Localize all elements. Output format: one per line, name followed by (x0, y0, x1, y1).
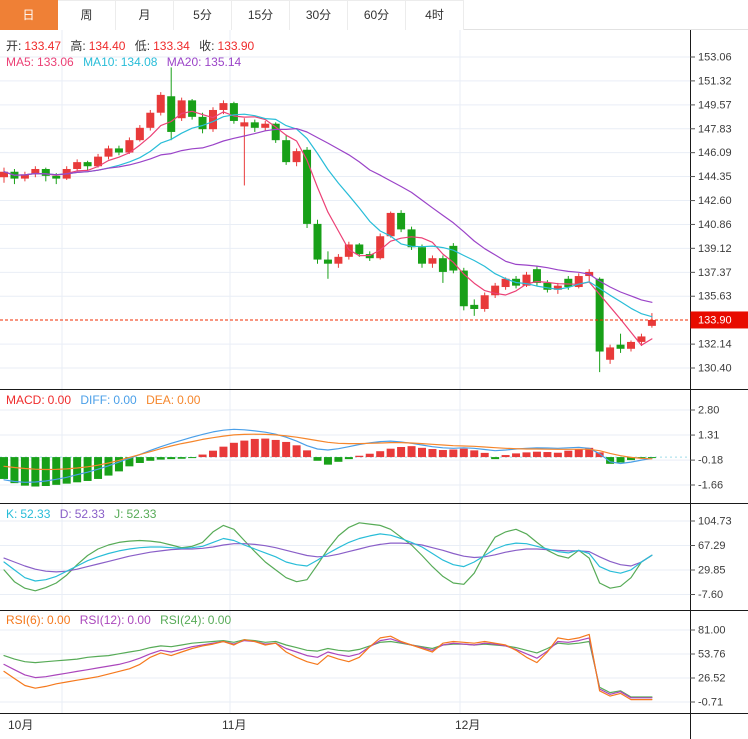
axis-tick-label: 26.52 (698, 673, 726, 685)
axis-tick-label: -1.66 (698, 480, 723, 492)
rsi24-line (4, 640, 652, 697)
tab-period-0[interactable]: 日 (0, 0, 58, 30)
axis-tick-label: 81.00 (698, 625, 726, 637)
axis-tick-label: 130.40 (698, 363, 732, 375)
kdj-k-line (4, 534, 652, 581)
ma10-label: MA10: (83, 55, 118, 69)
axis-tick-label: 29.85 (698, 564, 726, 576)
kdj-legend: K:52.33 D:52.33 J:52.33 (6, 507, 162, 521)
macd-value: 0.00 (48, 393, 71, 407)
open-value: 133.47 (24, 39, 61, 53)
high-label: 高: (70, 39, 85, 53)
ma20-label: MA20: (167, 55, 202, 69)
ma5-line (4, 111, 652, 345)
rsi6-label: RSI(6): (6, 613, 44, 627)
axis-tick-label: 153.06 (698, 52, 732, 64)
axis-tick-label: 137.37 (698, 267, 732, 279)
axis-tick-label: 146.09 (698, 147, 732, 159)
diff-label: DIFF: (80, 393, 110, 407)
axis-tick-label: 2.80 (698, 405, 719, 417)
rsi-legend: RSI(6):0.00 RSI(12):0.00 RSI(24):0.00 (6, 613, 237, 627)
axis-tick-label: -0.18 (698, 455, 723, 467)
last-price-label: 133.90 (698, 314, 732, 326)
rsi12-line (4, 638, 652, 698)
tab-period-3[interactable]: 5分 (174, 0, 232, 30)
month-label: 10月 (8, 716, 33, 733)
low-value: 133.34 (153, 39, 190, 53)
diff-value: 0.00 (113, 393, 136, 407)
k-value: 52.33 (20, 507, 50, 521)
axis-tick-label: 104.73 (698, 516, 732, 528)
j-label: J: (114, 507, 123, 521)
d-value: 52.33 (75, 507, 105, 521)
rsi24-label: RSI(24): (160, 613, 205, 627)
open-label: 开: (6, 39, 21, 53)
tab-period-4[interactable]: 15分 (232, 0, 290, 30)
axis-tick-label: 53.76 (698, 649, 726, 661)
month-label: 12月 (455, 716, 480, 733)
axis-tick-label: 149.57 (698, 99, 732, 111)
dea-value: 0.00 (177, 393, 200, 407)
axis-tick-label: 151.32 (698, 75, 732, 87)
j-value: 52.33 (126, 507, 156, 521)
axis-tick-label: 135.63 (698, 291, 732, 303)
close-label: 收: (199, 39, 214, 53)
period-tabbar: 日周月5分15分30分60分4时 (0, 0, 748, 30)
macd-legend: MACD:0.00 DIFF:0.00 DEA:0.00 (6, 393, 206, 407)
tab-period-7[interactable]: 4时 (406, 0, 464, 30)
close-value: 133.90 (218, 39, 255, 53)
high-value: 134.40 (89, 39, 126, 53)
tab-period-2[interactable]: 月 (116, 0, 174, 30)
axis-tick-label: 142.60 (698, 195, 732, 207)
ma20-value: 135.14 (204, 55, 241, 69)
candlestick-series (0, 67, 656, 372)
tab-period-6[interactable]: 60分 (348, 0, 406, 30)
ma10-value: 134.08 (121, 55, 158, 69)
price-axis: 153.06 151.32 149.57 147.83 146.09 144.35 142.… (690, 30, 732, 739)
macd-histogram (0, 439, 656, 487)
price-chart-canvas: 153.06 151.32 149.57 147.83 146.09 144.35 142.… (0, 30, 748, 739)
axis-tick-label: 67.29 (698, 540, 726, 552)
time-axis: 10月 11月 12月 (0, 713, 748, 739)
axis-tick-label: -7.60 (698, 589, 723, 601)
axis-tick-label: 147.83 (698, 123, 732, 135)
k-label: K: (6, 507, 17, 521)
axis-tick-label: 144.35 (698, 171, 732, 183)
rsi6-value: 0.00 (47, 613, 70, 627)
dea-label: DEA: (146, 393, 174, 407)
rsi12-label: RSI(12): (80, 613, 125, 627)
ma5-value: 133.06 (37, 55, 74, 69)
d-label: D: (60, 507, 72, 521)
axis-tick-label: 139.12 (698, 243, 732, 255)
last-price-badge: 133.90 (691, 311, 748, 328)
rsi12-value: 0.00 (127, 613, 150, 627)
ma5-label: MA5: (6, 55, 34, 69)
axis-tick-label: 1.31 (698, 430, 719, 442)
tab-period-5[interactable]: 30分 (290, 0, 348, 30)
ma-legend: MA5:133.06 MA10:134.08 MA20:135.14 (6, 55, 247, 69)
macd-label: MACD: (6, 393, 45, 407)
kdj-j-line (4, 523, 652, 591)
grid-lines (0, 57, 690, 702)
ohlc-readout: 开:133.47 高: 134.40 低:133.34 收: 133.90 (6, 37, 260, 54)
low-label: 低: (135, 39, 150, 53)
axis-tick-label: 140.86 (698, 219, 732, 231)
trading-chart-app: 日周月5分15分30分60分4时 153.06 151.32 149.57 147.8… (0, 0, 748, 739)
axis-tick-label: 132.14 (698, 339, 732, 351)
axis-tick-label: -0.71 (698, 697, 723, 709)
rsi24-value: 0.00 (208, 613, 231, 627)
month-label: 11月 (222, 716, 246, 733)
tab-period-1[interactable]: 周 (58, 0, 116, 30)
